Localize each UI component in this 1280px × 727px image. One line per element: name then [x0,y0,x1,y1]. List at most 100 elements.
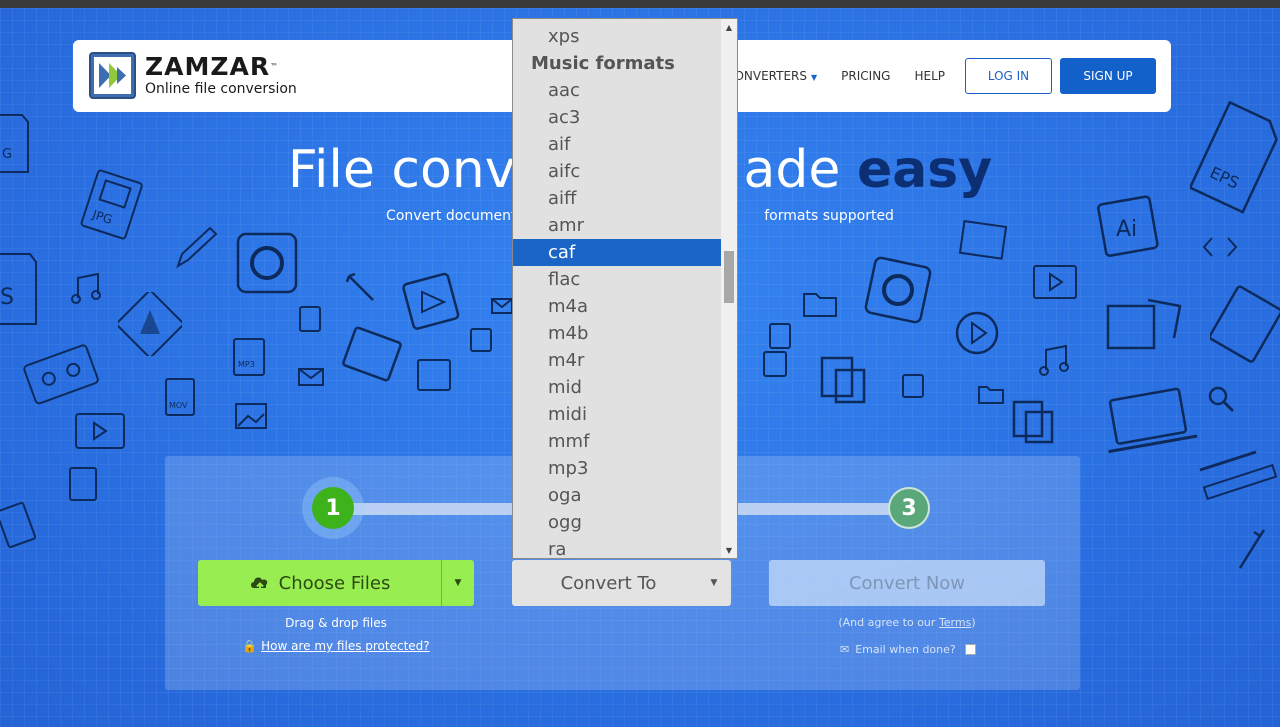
hero-title-emphasis: easy [856,140,993,200]
lock-icon: 🔒 [242,639,258,653]
code-tags-doodle-icon [1202,232,1238,262]
dropdown-option[interactable]: amr [513,212,722,239]
email-when-done-row: ✉ Email when done? [840,643,976,656]
agree-terms-text: (And agree to our Terms) [838,616,976,629]
play-monitor-doodle-icon [72,410,128,454]
mov-file-doodle-icon: MOV [160,375,200,421]
email-when-done-checkbox[interactable] [964,644,976,655]
file-s-doodle-icon: S [0,250,40,330]
format-options: xps Music formats aac ac3 aif aifc aiff amr caf f… [513,23,722,558]
vlc-doodle-icon [118,292,182,356]
music-note-right-doodle-icon [1038,344,1072,378]
cloud-upload-icon [250,577,267,592]
dropdown-option[interactable]: caf [513,239,722,266]
small-doc-right-doodle-icon [900,372,926,400]
picture-stack-doodle-icon [1104,292,1188,358]
cassette-doodle-icon [22,340,102,408]
ruler-pencil-doodle-icon [1196,442,1280,500]
small-file-doodle-icon [296,304,324,334]
logo-text: ZAMZAR™ Online file conversion [145,51,297,98]
dropdown-group-label: Music formats [531,53,675,74]
dropdown-scrollbar[interactable]: ▲ ▼ [721,19,737,558]
image-doodle-icon [232,400,270,434]
nav-help[interactable]: HELP [914,69,945,83]
dropdown-option[interactable]: ac3 [513,104,722,131]
pencil-doodle-icon [172,222,220,272]
magnifier-doodle-icon [1206,384,1236,414]
logo-name: ZAMZAR™ [145,51,280,81]
laptop-doodle-icon [1100,386,1200,458]
format-dropdown-list[interactable]: xps Music formats aac ac3 aif aifc aiff amr caf f… [512,18,738,559]
zamzar-logo[interactable]: ZAMZAR™ Online file conversion [89,52,297,99]
convert-to-select[interactable]: Convert To ▼ [512,560,731,606]
clipboard-small-doodle-icon [1008,396,1058,446]
dropdown-option[interactable]: aac [513,77,722,104]
zamzar-logo-icon [89,52,136,99]
folder-doodle-icon [800,286,840,320]
small-doc-doodle-icon [468,326,494,354]
nav-converters[interactable]: CONVERTERS ▼ [726,69,817,83]
folder-large-doodle-icon [1210,280,1280,370]
dropdown-option[interactable]: flac [513,266,722,293]
svg-text:MP3: MP3 [238,360,255,369]
quicktime-doodle-icon [234,230,302,298]
login-button[interactable]: LOG IN [965,58,1052,94]
files-protected-link[interactable]: How are my files protected? [261,639,430,653]
clipboard-doodle-icon [816,352,870,406]
dropdown-option[interactable]: ra [513,536,722,558]
step-1-indicator: 1 [312,487,354,529]
scroll-down-arrow-icon[interactable]: ▼ [721,542,737,558]
scroll-up-arrow-icon[interactable]: ▲ [721,19,737,35]
choose-files-button-group: Choose Files ▼ [198,560,474,606]
svg-text:MOV: MOV [169,401,188,410]
main-nav: CONVERTERS ▼ PRICING HELP LOG IN SIGN UP [726,58,1156,94]
dropdown-option[interactable]: mmf [513,428,722,455]
mail-doodle-icon [296,366,326,388]
play-circle-doodle-icon [952,308,1002,358]
dropdown-option[interactable]: ogg [513,509,722,536]
choose-files-button[interactable]: Choose Files [198,560,441,606]
refresh-box-doodle-icon [860,254,940,328]
files-protected-row: 🔒 How are my files protected? [198,639,474,653]
svg-text:S: S [0,285,14,310]
document-doodle-icon [412,356,458,396]
video-frame-doodle-icon [1030,262,1080,304]
signup-button[interactable]: SIGN UP [1060,58,1156,94]
dropdown-option[interactable]: oga [513,482,722,509]
caret-down-icon: ▼ [710,578,718,588]
choose-files-dropdown-toggle[interactable]: ▼ [441,560,474,606]
dropdown-option[interactable]: xps [513,23,722,50]
convert-to-label: Convert To [560,572,657,594]
chevron-down-icon: ▼ [811,73,818,82]
dropdown-option[interactable]: m4r [513,347,722,374]
convert-now-button[interactable]: Convert Now [769,560,1045,606]
browser-top-strip [0,0,1280,8]
film-strip-doodle-icon [340,326,404,386]
small-file-right-doodle-icon [760,320,800,382]
scrollbar-thumb[interactable] [724,251,734,303]
image-frame-doodle-icon [958,220,1010,262]
logo-tagline: Online file conversion [145,80,297,97]
drag-drop-hint: Drag & drop files [285,616,387,630]
ai-file-doodle-icon: Ai [1096,194,1162,260]
dropdown-option[interactable]: aifc [513,158,722,185]
dropdown-option[interactable]: midi [513,401,722,428]
wrench-doodle-icon [345,272,377,304]
wrench-right-doodle-icon [1234,528,1268,572]
dropdown-option[interactable]: aiff [513,185,722,212]
terms-link[interactable]: Terms [939,616,971,629]
audio-file-doodle-icon [66,465,102,503]
video-file-doodle-icon [400,270,464,334]
dropdown-option[interactable]: mid [513,374,722,401]
caret-down-icon: ▼ [454,578,462,588]
email-when-done-label: Email when done? [855,643,956,656]
envelope-icon: ✉ [840,643,850,656]
dropdown-option[interactable]: aif [513,131,722,158]
mp3-file-doodle-icon: MP3 [228,335,272,379]
nav-pricing[interactable]: PRICING [841,69,890,83]
dropdown-option[interactable]: mp3 [513,455,722,482]
dropdown-option[interactable]: m4b [513,320,722,347]
dropdown-option[interactable]: m4a [513,293,722,320]
folder-small-doodle-icon [976,382,1006,406]
step-3-indicator: 3 [888,487,930,529]
